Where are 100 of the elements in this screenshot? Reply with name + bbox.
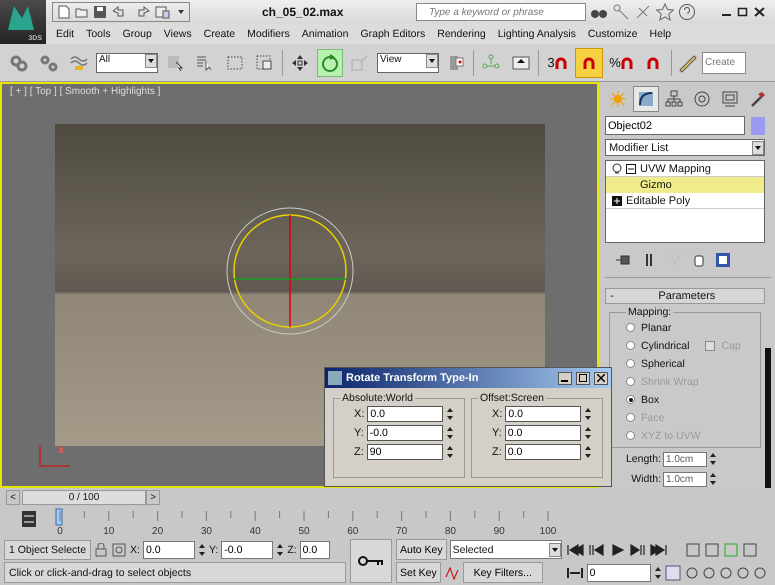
key-mode-toggle-icon[interactable] xyxy=(566,566,584,580)
hierarchy-icon[interactable] xyxy=(665,90,683,108)
caret-icon[interactable] xyxy=(548,542,561,556)
rollout-header[interactable]: - Parameters xyxy=(605,288,765,304)
help-icon[interactable] xyxy=(678,3,696,21)
star-icon[interactable] xyxy=(656,3,674,21)
next-key-icon[interactable] xyxy=(628,542,647,556)
maximize-button[interactable] xyxy=(576,372,590,384)
modifier-list-dropdown[interactable]: Modifier List xyxy=(605,139,765,156)
close-icon[interactable] xyxy=(753,6,767,18)
snap-toggle[interactable]: 3 xyxy=(543,48,571,78)
panel-tab[interactable] xyxy=(633,86,659,112)
color-swatch[interactable] xyxy=(751,116,765,134)
move-arrows-icon[interactable] xyxy=(291,54,309,72)
spinner-arrows-icon[interactable] xyxy=(584,444,592,460)
radio-button[interactable] xyxy=(626,341,635,350)
caret-icon[interactable] xyxy=(752,140,764,155)
input-field[interactable]: 0.0 xyxy=(142,540,195,558)
rotate-circle-icon[interactable] xyxy=(321,54,339,72)
auto-key-button[interactable]: Auto Key xyxy=(396,539,447,560)
key-icon[interactable] xyxy=(358,555,384,567)
stack-item[interactable]: Editable Poly xyxy=(606,193,764,210)
close-button[interactable] xyxy=(594,372,608,384)
collapse-toggle[interactable]: - xyxy=(610,290,614,302)
orbit-icon[interactable] xyxy=(736,564,750,580)
magnet-icon[interactable] xyxy=(620,56,633,70)
spinner-arrows-icon[interactable] xyxy=(709,451,717,467)
region-zoom-icon[interactable] xyxy=(702,564,716,580)
close-icon[interactable] xyxy=(597,374,605,382)
next-frame-button[interactable]: > xyxy=(146,490,160,505)
spinner-arrows-icon[interactable] xyxy=(276,542,284,558)
menu-item[interactable]: Modifiers xyxy=(241,28,296,40)
snap-toggle[interactable]: % xyxy=(607,48,635,78)
collapse-icon[interactable] xyxy=(626,164,636,174)
menu-item[interactable]: Help xyxy=(644,28,678,40)
curve-icon[interactable] xyxy=(637,90,655,108)
radio-option[interactable]: Spherical xyxy=(626,356,756,371)
new-file-icon[interactable] xyxy=(57,5,71,19)
set-key-button[interactable]: Set Key xyxy=(396,562,441,583)
menu-item[interactable]: Lighting Analysis xyxy=(492,28,582,40)
hand-pan-icon[interactable] xyxy=(718,564,733,580)
logo-icon[interactable] xyxy=(6,4,36,32)
maximize-viewport-icon[interactable] xyxy=(752,564,767,580)
key-mode-icon[interactable] xyxy=(22,511,36,527)
input-field[interactable]: 90 xyxy=(366,444,443,460)
spinner-arrows-icon[interactable] xyxy=(446,425,454,441)
input-field[interactable]: 0.0 xyxy=(505,406,582,422)
spinner-arrows-icon[interactable] xyxy=(709,471,717,487)
key-filters-button[interactable]: Key Filters... xyxy=(462,562,543,583)
input-field[interactable]: 0.0 xyxy=(367,406,444,422)
minimize-button[interactable] xyxy=(558,372,572,384)
menu-item[interactable]: Edit xyxy=(50,28,80,40)
search-field[interactable]: Type a keyword or phrase xyxy=(416,3,586,21)
unlink-icon[interactable] xyxy=(40,54,58,72)
menu-item[interactable]: Views xyxy=(158,28,198,40)
zoom-extents-all-icon[interactable] xyxy=(742,542,758,558)
menu-item[interactable]: Tools xyxy=(80,28,117,40)
input-field[interactable]: 0.0 xyxy=(300,540,330,558)
input-field[interactable]: -0.0 xyxy=(366,425,443,441)
zoom-all-icon[interactable] xyxy=(704,542,720,558)
radio-option[interactable]: Box xyxy=(626,392,756,407)
list-cursor-icon[interactable] xyxy=(196,54,214,72)
spinner-arrows-icon[interactable] xyxy=(198,542,206,558)
dashed-square-cube-icon[interactable] xyxy=(256,54,274,72)
expand-icon[interactable] xyxy=(612,196,622,206)
stack-sub-item[interactable]: Gizmo xyxy=(606,177,764,194)
viewport-label[interactable]: [ + ] [ Top ] [ Smooth + Highlights ] xyxy=(2,84,597,100)
nodes-icon[interactable] xyxy=(482,54,500,72)
menu-item[interactable]: Rendering xyxy=(431,28,492,40)
transform-mode-icon[interactable] xyxy=(111,542,128,558)
menu-item[interactable]: Graph Editors xyxy=(354,28,432,40)
named-selection-field[interactable]: Create xyxy=(702,52,746,74)
menu-item[interactable]: Create xyxy=(198,28,242,40)
target-icon[interactable] xyxy=(693,90,711,108)
spinner-arrows-icon[interactable] xyxy=(584,406,592,422)
radio-button[interactable] xyxy=(626,395,635,404)
object-name-field[interactable]: Object02 xyxy=(605,116,745,135)
magnet-icon[interactable] xyxy=(583,56,595,70)
link-icon[interactable] xyxy=(10,54,28,72)
configure-icon[interactable] xyxy=(715,252,731,268)
caret-icon[interactable] xyxy=(426,54,438,68)
menu-item[interactable]: Customize xyxy=(582,28,644,40)
up-arrow-key-icon[interactable] xyxy=(512,54,530,72)
caret-icon[interactable] xyxy=(145,54,157,68)
maximize-icon[interactable] xyxy=(579,374,587,382)
set-key-button[interactable] xyxy=(350,539,392,583)
key-mode-dropdown[interactable]: Selected xyxy=(450,540,562,559)
input-field[interactable]: 1.0cm xyxy=(663,472,707,486)
go-to-start-icon[interactable] xyxy=(566,542,584,556)
radio-button[interactable] xyxy=(626,323,635,332)
spinner-arrows-icon[interactable] xyxy=(654,564,662,580)
playhead[interactable] xyxy=(56,508,62,526)
cursor-icon[interactable] xyxy=(166,54,184,72)
pin-icon[interactable] xyxy=(615,253,631,267)
input-field[interactable]: -0.0 xyxy=(221,540,274,558)
menu-item[interactable]: Animation xyxy=(296,28,354,40)
maximize-icon[interactable] xyxy=(737,6,749,18)
snap-toggle[interactable] xyxy=(575,48,603,78)
radio-button[interactable] xyxy=(626,359,635,368)
field-of-view-icon[interactable] xyxy=(684,564,699,580)
